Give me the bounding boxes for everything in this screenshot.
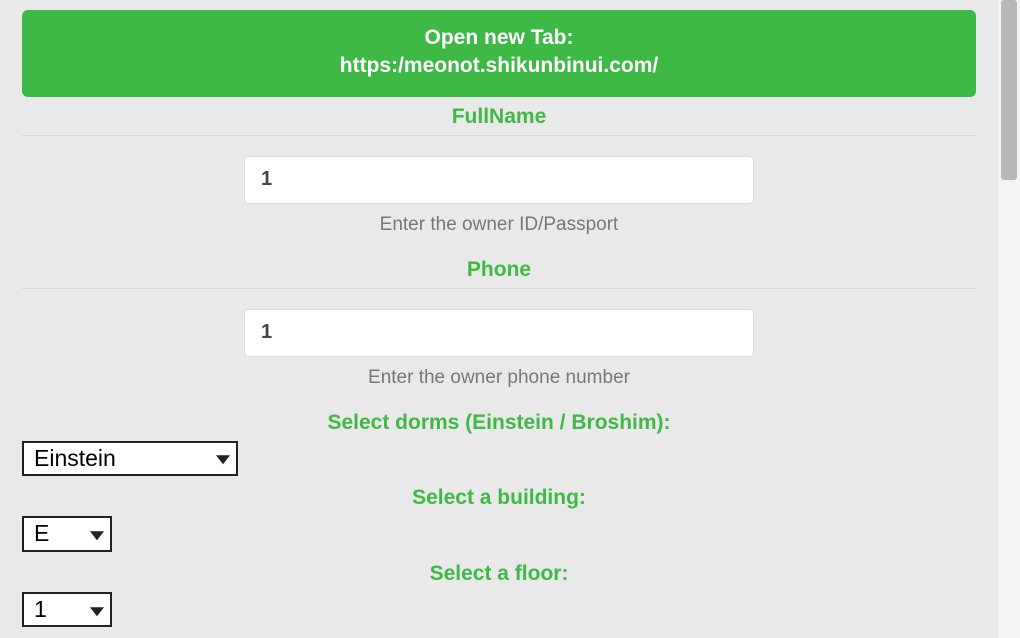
dorms-label: Select dorms (Einstein / Broshim): [22, 411, 976, 435]
dorms-select[interactable]: Einstein [22, 441, 238, 477]
owner-id-helper: Enter the owner ID/Passport [22, 214, 976, 236]
owner-phone-input[interactable] [244, 309, 754, 357]
divider [22, 135, 976, 136]
fullname-label: FullName [22, 105, 976, 129]
banner-line1: Open new Tab: [32, 24, 966, 52]
owner-phone-helper: Enter the owner phone number [22, 367, 976, 389]
floor1-select[interactable]: 1 [22, 592, 112, 628]
scrollbar[interactable] [998, 0, 1020, 638]
building-label: Select a building: [22, 486, 976, 510]
scroll-thumb[interactable] [1001, 0, 1017, 180]
building-select[interactable]: E [22, 516, 112, 552]
open-tab-banner[interactable]: Open new Tab: https:/meonot.shikunbinui.… [22, 10, 976, 97]
divider [22, 288, 976, 289]
phone-label: Phone [22, 258, 976, 282]
floor1-label: Select a floor: [22, 562, 976, 586]
banner-line2: https:/meonot.shikunbinui.com/ [32, 52, 966, 80]
form-content: Open new Tab: https:/meonot.shikunbinui.… [0, 0, 998, 638]
owner-id-input[interactable] [244, 156, 754, 204]
